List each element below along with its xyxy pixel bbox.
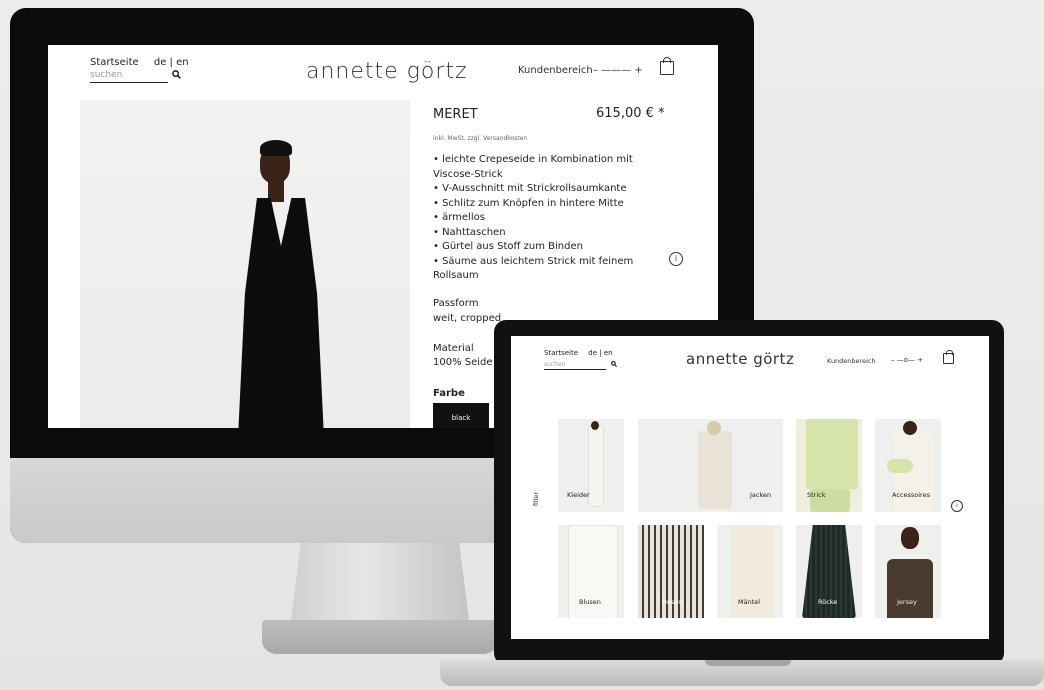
search-icon[interactable] (611, 361, 617, 369)
search-input[interactable]: suchen (544, 361, 606, 370)
category-label: Strick (807, 491, 826, 499)
zoom-slider[interactable]: – —o— + (891, 356, 923, 364)
laptop-top-links: Startseite de | en (544, 349, 621, 357)
info-icon[interactable]: i (951, 500, 963, 512)
category-label: Jacken (750, 491, 772, 499)
feature-line: Rollsaum (433, 270, 479, 281)
category-tile-mantel[interactable]: Mäntel (717, 525, 783, 618)
color-heading: Farbe (433, 388, 465, 399)
category-label: Mäntel (738, 598, 761, 606)
category-tile-blusen[interactable]: Blusen (558, 525, 624, 618)
imac-stand-foot (262, 620, 498, 654)
zoom-slider[interactable]: – ——— + (593, 65, 643, 76)
desktop-top-links: Startseite de | en (90, 57, 201, 68)
feature-line: • Säume aus leichtem Strick mit feinem (433, 255, 634, 267)
product-price: 615,00 € * (596, 106, 665, 121)
search-icon[interactable] (172, 70, 181, 81)
category-label: Kleider (567, 491, 590, 499)
category-label: Blusen (579, 598, 601, 606)
brand-logo[interactable]: annette görtz (686, 350, 794, 368)
category-label: Jersey (897, 598, 917, 606)
account-link[interactable]: Kundenbereich (827, 357, 876, 365)
color-option-black[interactable]: black (433, 403, 489, 428)
category-tile-strick[interactable]: Strick (796, 419, 862, 512)
feature-line: • Schlitz zum Knöpfen in hintere Mitte (433, 197, 624, 209)
material-heading: Material (433, 343, 474, 354)
fit-value: weit, cropped (433, 313, 502, 324)
laptop-screen: Startseite de | en suchen annette görtz … (511, 336, 989, 639)
category-tile-jacken[interactable]: Jacken (638, 419, 783, 512)
category-tile-jersey[interactable]: Jersey (875, 525, 941, 618)
material-value: 100% Seide (433, 357, 493, 368)
account-link[interactable]: Kundenbereich (518, 65, 593, 76)
feature-line: • Nahttaschen (433, 226, 506, 238)
feature-line: • leichte Crepeseide in Kombination mit (433, 154, 633, 165)
feature-line: • ärmellos (433, 212, 485, 223)
language-switch[interactable]: de | en (154, 57, 189, 68)
laptop-notch (705, 660, 791, 666)
product-name: MERET (433, 107, 478, 122)
category-tile-rocke[interactable]: Röcke (796, 525, 862, 618)
info-icon[interactable]: i (669, 252, 683, 266)
category-label: Hosen (662, 598, 683, 606)
category-tile-accessoires[interactable]: Accessoires (875, 419, 941, 512)
category-label: Accessoires (892, 491, 930, 499)
tax-note: inkl. MwSt. zzgl. Versandkosten (433, 135, 528, 142)
category-tile-kleider[interactable]: Kleider (558, 419, 624, 512)
search-input[interactable]: suchen (90, 70, 168, 83)
imac-stand-neck (290, 543, 470, 628)
product-image (80, 100, 410, 428)
feature-list: • leichte Crepeseide in Kombination mit … (433, 153, 633, 284)
language-switch[interactable]: de | en (588, 349, 612, 357)
home-link[interactable]: Startseite (544, 349, 578, 357)
fit-heading: Passform (433, 298, 479, 309)
filter-toggle[interactable]: filter (533, 492, 540, 506)
feature-line: Viscose-Strick (433, 168, 503, 180)
category-tile-hosen[interactable]: Hosen (638, 525, 704, 618)
feature-line: • Gürtel aus Stoff zum Binden (433, 241, 583, 252)
cart-icon[interactable] (943, 350, 954, 364)
category-label: Röcke (818, 598, 838, 606)
cart-icon[interactable] (660, 57, 674, 75)
brand-logo[interactable]: annette görtz (306, 59, 468, 84)
feature-line: • V-Ausschnitt mit Strickrollsaumkante (433, 183, 627, 194)
home-link[interactable]: Startseite (90, 57, 139, 68)
